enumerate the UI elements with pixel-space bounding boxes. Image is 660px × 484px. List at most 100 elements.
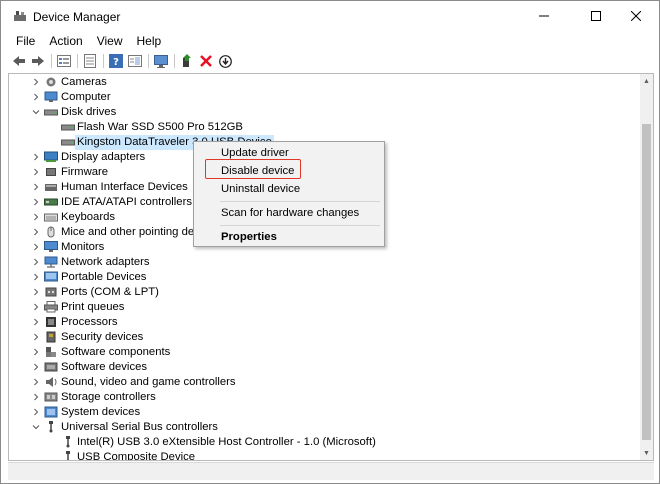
properties-list-icon[interactable] [56, 53, 72, 69]
chevron-right-icon[interactable] [31, 377, 41, 387]
tree-node[interactable]: Print queues [9, 300, 639, 315]
system-device-icon [44, 406, 58, 418]
ctx-scan-hardware[interactable]: Scan for hardware changes [194, 204, 384, 222]
chevron-right-icon[interactable] [31, 362, 41, 372]
ctx-properties[interactable]: Properties [194, 228, 384, 246]
tree-node-label: Portable Devices [61, 271, 147, 283]
close-button[interactable] [613, 1, 659, 31]
sound-icon [44, 376, 58, 388]
chevron-right-icon[interactable] [31, 317, 41, 327]
keyboard-icon [44, 211, 58, 223]
tree-node[interactable]: Storage controllers [9, 390, 639, 405]
vertical-scrollbar[interactable]: ▲ ▼ [640, 74, 653, 460]
back-icon[interactable] [11, 53, 27, 69]
tree-node-label: Universal Serial Bus controllers [61, 421, 218, 433]
tree-node[interactable]: Security devices [9, 330, 639, 345]
tree-node[interactable]: Ports (COM & LPT) [9, 285, 639, 300]
chevron-down-icon[interactable] [31, 422, 41, 432]
chevron-right-icon[interactable] [31, 392, 41, 402]
tree-node-label: Storage controllers [61, 391, 156, 403]
toolbar: ? [1, 51, 659, 71]
chevron-right-icon[interactable] [31, 272, 41, 282]
tree-node[interactable]: Cameras [9, 75, 639, 90]
chevron-right-icon[interactable] [31, 287, 41, 297]
monitor-icon [44, 241, 58, 253]
toolbar-separator [77, 54, 78, 68]
chevron-right-icon[interactable] [31, 302, 41, 312]
svg-text:?: ? [113, 57, 119, 68]
device-manager-app-icon [13, 10, 27, 22]
update-driver-icon[interactable] [179, 53, 195, 69]
uninstall-x-icon[interactable] [198, 53, 214, 69]
camera-icon [44, 76, 58, 88]
tree-node[interactable]: Portable Devices [9, 270, 639, 285]
download-disable-icon[interactable] [217, 53, 233, 69]
tree-node[interactable]: Network adapters [9, 255, 639, 270]
tree-node[interactable]: System devices [9, 405, 639, 420]
tree-node-label: IDE ATA/ATAPI controllers [61, 196, 192, 208]
tree-node-label: Display adapters [61, 151, 146, 163]
chevron-right-icon[interactable] [31, 227, 41, 237]
disk-drive-icon [61, 136, 75, 148]
chevron-right-icon[interactable] [31, 182, 41, 192]
mouse-icon [44, 226, 58, 238]
chevron-right-icon[interactable] [31, 197, 41, 207]
processor-icon [44, 316, 58, 328]
ctx-uninstall-device[interactable]: Uninstall device [194, 180, 384, 198]
chevron-right-icon[interactable] [31, 242, 41, 252]
menu-view[interactable]: View [90, 33, 130, 49]
window-title: Device Manager [33, 10, 121, 24]
tree-node[interactable]: Disk drives [9, 105, 639, 120]
tree-node[interactable]: Software components [9, 345, 639, 360]
toolbar-separator [51, 54, 52, 68]
minimize-button[interactable] [521, 1, 567, 31]
device-tree-pane: Cameras Computer Disk drives Flash War SSD … [8, 73, 654, 461]
disk-drive-icon [44, 106, 58, 118]
tree-node-label: Ports (COM & LPT) [61, 286, 159, 298]
forward-icon[interactable] [30, 53, 46, 69]
tree-node[interactable]: Software devices [9, 360, 639, 375]
chevron-right-icon[interactable] [31, 167, 41, 177]
tree-node[interactable]: USB Composite Device [9, 450, 639, 461]
chevron-right-icon[interactable] [31, 347, 41, 357]
tree-node[interactable]: Intel(R) USB 3.0 eXtensible Host Control… [9, 435, 639, 450]
chevron-right-icon[interactable] [31, 212, 41, 222]
menu-help[interactable]: Help [130, 33, 169, 49]
tree-node[interactable]: Flash War SSD S500 Pro 512GB [9, 120, 639, 135]
scroll-down-arrow-icon[interactable]: ▼ [640, 446, 653, 460]
context-menu: Update driver Disable device Uninstall dev… [193, 141, 385, 247]
menu-action[interactable]: Action [42, 33, 89, 49]
monitor-scan-icon[interactable] [153, 53, 169, 69]
disable-device-highlight [205, 159, 301, 179]
tree-node[interactable]: Universal Serial Bus controllers [9, 420, 639, 435]
chevron-right-icon[interactable] [31, 332, 41, 342]
toolbar-separator [103, 54, 104, 68]
tree-node-label: Firmware [61, 166, 109, 178]
tree-node-label: USB Composite Device [77, 451, 196, 461]
device-list-icon[interactable] [82, 53, 98, 69]
view-panel-icon[interactable] [127, 53, 143, 69]
display-adapter-icon [44, 151, 58, 163]
help-icon[interactable]: ? [108, 53, 124, 69]
title-bar: Device Manager [1, 1, 659, 31]
tree-node[interactable]: Sound, video and game controllers [9, 375, 639, 390]
tree-node[interactable]: Processors [9, 315, 639, 330]
usb-icon [61, 436, 75, 448]
storage-controller-icon [44, 391, 58, 403]
chevron-right-icon[interactable] [31, 152, 41, 162]
chevron-right-icon[interactable] [31, 92, 41, 102]
tree-node-label: Security devices [61, 331, 144, 343]
chevron-right-icon[interactable] [31, 257, 41, 267]
chevron-right-icon[interactable] [31, 77, 41, 87]
scrollbar-thumb[interactable] [642, 124, 651, 440]
ide-controller-icon [44, 196, 58, 208]
menu-file[interactable]: File [9, 33, 42, 49]
tree-node-label: Keyboards [61, 211, 116, 223]
software-device-icon [44, 361, 58, 373]
firmware-icon [44, 166, 58, 178]
chevron-down-icon[interactable] [31, 107, 41, 117]
tree-node[interactable]: Computer [9, 90, 639, 105]
tree-node-label: Software components [61, 346, 171, 358]
chevron-right-icon[interactable] [31, 407, 41, 417]
scroll-up-arrow-icon[interactable]: ▲ [640, 74, 653, 88]
